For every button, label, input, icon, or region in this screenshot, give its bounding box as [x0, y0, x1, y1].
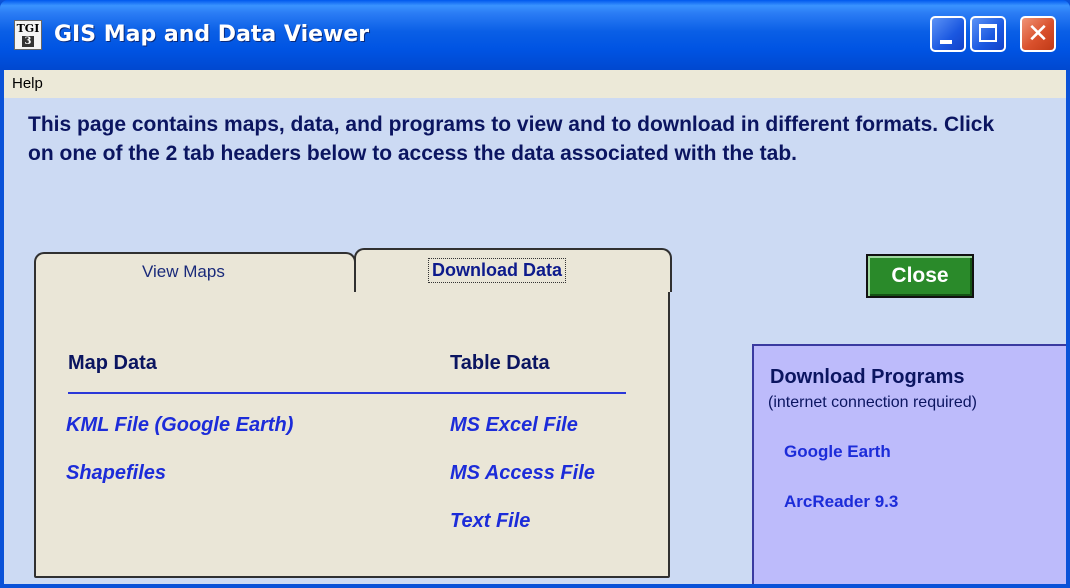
download-programs-subtitle: (internet connection required) [768, 394, 978, 411]
text-file-link[interactable]: Text File [450, 510, 530, 533]
app-icon-number: 3 [22, 36, 34, 47]
app-icon-text: TGI [16, 22, 40, 35]
close-icon: ✕ [1027, 19, 1049, 49]
window-frame-bottom [0, 584, 1070, 588]
minimize-button[interactable] [930, 16, 966, 52]
title-bar[interactable]: TGI 3 GIS Map and Data Viewer ✕ [0, 0, 1070, 70]
tab-view-maps-label: View Maps [142, 262, 225, 281]
shapefiles-link[interactable]: Shapefiles [66, 462, 166, 485]
client-area: Help This page contains maps, data, and … [4, 70, 1066, 584]
menu-help[interactable]: Help [12, 75, 43, 92]
access-file-link[interactable]: MS Access File [450, 462, 595, 485]
maximize-button[interactable] [970, 16, 1006, 52]
google-earth-link[interactable]: Google Earth [784, 442, 891, 462]
close-button-label: Close [891, 264, 949, 287]
map-data-header: Map Data [68, 352, 157, 374]
app-window: TGI 3 GIS Map and Data Viewer ✕ Help Thi… [0, 0, 1070, 588]
tab-join [356, 284, 668, 292]
download-programs-title: Download Programs [770, 366, 965, 388]
tab-view-maps[interactable]: View Maps [34, 252, 356, 290]
menu-bar: Help [4, 70, 1066, 98]
header-separator [68, 392, 626, 394]
close-window-button[interactable]: ✕ [1020, 16, 1056, 52]
table-data-header: Table Data [450, 352, 550, 374]
intro-text: This page contains maps, data, and progr… [28, 113, 995, 165]
window-frame-right [1066, 70, 1070, 588]
maximize-icon [979, 24, 997, 42]
app-icon: TGI 3 [14, 20, 42, 50]
tab-download-data-label: Download Data [428, 258, 567, 283]
excel-file-link[interactable]: MS Excel File [450, 414, 578, 437]
window-title: GIS Map and Data Viewer [54, 22, 370, 47]
arcreader-link[interactable]: ArcReader 9.3 [784, 492, 898, 512]
minimize-icon [940, 40, 952, 44]
close-button[interactable]: Close [866, 254, 974, 298]
download-programs-panel: Download Programs (internet connection r… [752, 344, 1066, 584]
kml-file-link[interactable]: KML File (Google Earth) [66, 414, 293, 437]
